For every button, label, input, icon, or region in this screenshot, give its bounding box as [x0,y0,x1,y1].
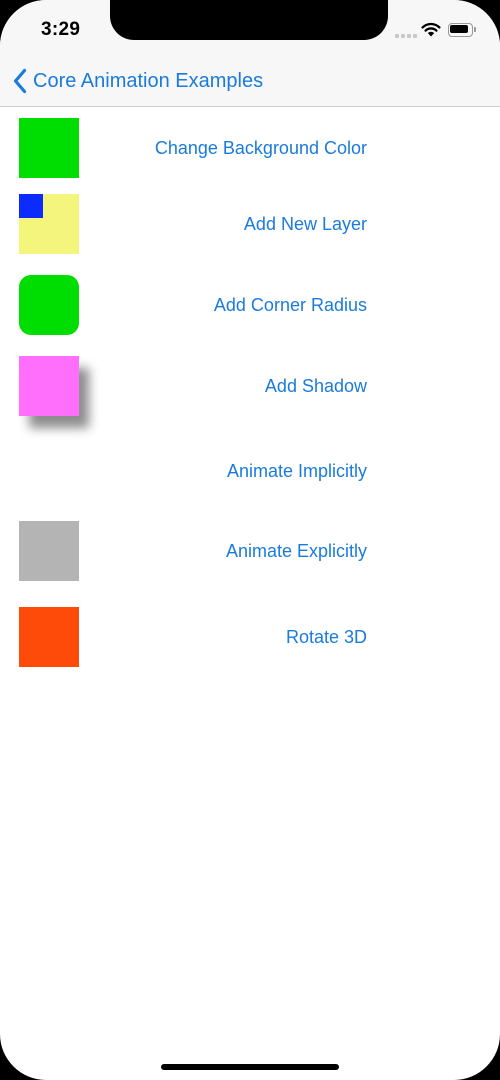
example-row-explicit-animation: Animate Explicitly [0,521,500,581]
example-row-shadow: Add Shadow [0,356,500,416]
add-corner-radius-button[interactable]: Add Corner Radius [214,295,367,316]
color-swatch [19,118,79,178]
back-button[interactable]: Core Animation Examples [12,66,263,96]
add-new-layer-button[interactable]: Add New Layer [244,214,367,235]
phone-screen: 3:29 Core Animation Examples Change Back… [0,0,500,1080]
example-row-new-layer: Add New Layer [0,194,500,254]
display-notch [110,0,388,40]
shadow-swatch [19,356,79,416]
example-row-corner-radius: Add Corner Radius [0,275,500,335]
rotate-swatch [19,607,79,667]
change-background-color-button[interactable]: Change Background Color [155,138,367,159]
rounded-swatch [19,275,79,335]
back-button-label: Core Animation Examples [33,69,264,92]
chevron-left-icon [13,68,27,94]
explicit-animation-swatch [19,521,79,581]
status-time: 3:29 [41,19,81,40]
implicit-animation-swatch [19,441,79,501]
example-row-implicit-animation: Animate Implicitly [0,441,500,501]
example-row-rotate-3d: Rotate 3D [0,607,500,667]
status-bar: 3:29 [0,0,500,56]
battery-icon [448,23,476,37]
animate-implicitly-button[interactable]: Animate Implicitly [227,461,367,482]
wifi-icon [421,22,441,37]
animate-explicitly-button[interactable]: Animate Explicitly [226,541,367,562]
layer-swatch [19,194,79,254]
rotate-3d-button[interactable]: Rotate 3D [286,627,367,648]
add-shadow-button[interactable]: Add Shadow [265,376,367,397]
example-row-background-color: Change Background Color [0,118,500,178]
sublayer-square [19,194,43,218]
signal-icon [395,30,417,38]
navigation-bar: Core Animation Examples [0,56,500,107]
home-indicator[interactable] [161,1064,339,1070]
